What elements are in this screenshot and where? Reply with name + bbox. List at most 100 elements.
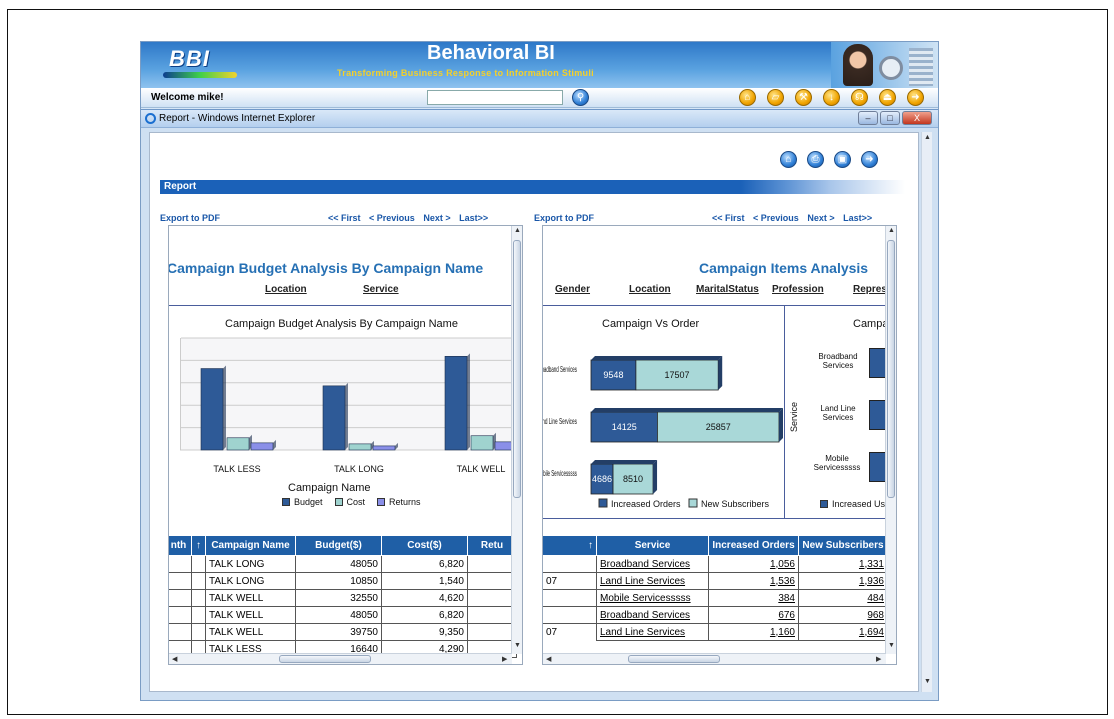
new-subscribers-cell: 968: [798, 606, 888, 624]
close-button[interactable]: X: [902, 111, 932, 125]
scroll-left-icon[interactable]: ◀: [172, 655, 177, 663]
sort-icon[interactable]: ↑: [191, 535, 206, 556]
scroll-thumb[interactable]: [887, 240, 895, 498]
tools-icon[interactable]: ⚒: [795, 89, 812, 106]
table-row: TALK LONG 10850 1,540: [169, 572, 517, 590]
logout-icon[interactable]: ➜: [907, 89, 924, 106]
download-icon[interactable]: ↓: [823, 89, 840, 106]
data-label: 9548: [603, 370, 623, 380]
scroll-up-icon[interactable]: ▲: [514, 227, 521, 234]
right-export-pdf-link[interactable]: Export to PDF: [534, 213, 594, 225]
scroll-right-icon[interactable]: ▶: [502, 655, 507, 663]
gender-link[interactable]: Gender: [555, 284, 590, 295]
scroll-down-icon[interactable]: ▼: [888, 642, 895, 649]
bar-talk-long-cost: [348, 443, 372, 451]
scroll-thumb[interactable]: [279, 655, 371, 663]
service-cell[interactable]: Land Line Services: [596, 572, 709, 590]
budget-cell: 32550: [295, 589, 382, 607]
campaign-name-cell: TALK LONG: [205, 572, 296, 590]
service-link[interactable]: Service: [363, 284, 399, 295]
previous-link[interactable]: < Previous: [753, 213, 799, 223]
first-link[interactable]: << First: [328, 213, 361, 223]
left-data-table: nth ↑ Campaign Name Budget($) Cost($) Re…: [169, 535, 517, 658]
gift-icon[interactable]: ▱: [767, 89, 784, 106]
save-icon[interactable]: ▣: [834, 151, 851, 168]
legend-swatch: [282, 498, 290, 506]
campaign-name-cell: TALK WELL: [205, 623, 296, 641]
second-chart-category: Broadband Services: [818, 352, 858, 370]
left-export-pdf-link[interactable]: Export to PDF: [160, 213, 220, 225]
last-link[interactable]: Last>>: [459, 213, 488, 223]
col-increased-orders[interactable]: Increased Orders: [708, 535, 799, 556]
profession-link[interactable]: Profession: [772, 284, 824, 295]
right-report-panel: Campaign Items Analysis Gender Location …: [542, 225, 897, 665]
sort-icon[interactable]: ↑: [543, 535, 597, 556]
scroll-right-icon[interactable]: ▶: [876, 655, 881, 663]
scroll-thumb[interactable]: [513, 240, 521, 498]
cost-cell: 1,540: [381, 572, 468, 590]
increased-orders-cell: 1,536: [708, 572, 799, 590]
previous-link[interactable]: < Previous: [369, 213, 415, 223]
service-cell[interactable]: Land Line Services: [596, 623, 709, 641]
col-returns[interactable]: Retu: [467, 535, 517, 556]
table-row: TALK WELL 48050 6,820: [169, 606, 517, 624]
scroll-down-icon[interactable]: ▼: [924, 678, 931, 685]
col-campaign-name[interactable]: Campaign Name: [205, 535, 296, 556]
service-cell[interactable]: Broadband Services: [596, 555, 709, 573]
print-icon[interactable]: ⎙: [807, 151, 824, 168]
scroll-up-icon[interactable]: ▲: [924, 134, 931, 141]
col-service[interactable]: Service: [596, 535, 709, 556]
last-link[interactable]: Last>>: [843, 213, 872, 223]
bbi-logo: BBI: [169, 46, 210, 71]
scroll-down-icon[interactable]: ▼: [514, 642, 521, 649]
col-month[interactable]: nth: [169, 535, 192, 556]
scroll-thumb[interactable]: [628, 655, 720, 663]
cost-cell: 9,350: [381, 623, 468, 641]
app-window: BBI Behavioral BI Transforming Business …: [140, 41, 939, 701]
report-header-bar: Report: [160, 180, 905, 194]
left-horizontal-scrollbar[interactable]: ◀ ▶: [169, 653, 512, 664]
maximize-button[interactable]: □: [880, 111, 900, 125]
right-vertical-scrollbar[interactable]: ▲ ▼: [885, 226, 896, 654]
legend-label: Returns: [389, 497, 421, 507]
search-icon[interactable]: ⚲: [572, 89, 589, 106]
left-report-panel: Campaign Budget Analysis By Campaign Nam…: [168, 225, 523, 665]
data-label: 8510: [623, 474, 643, 484]
next-link[interactable]: Next >: [807, 213, 834, 223]
table-row: TALK WELL 39750 9,350: [169, 623, 517, 641]
eject-icon[interactable]: ⏏: [879, 89, 896, 106]
minimize-button[interactable]: –: [858, 111, 878, 125]
next-link[interactable]: Next >: [423, 213, 450, 223]
forward-icon[interactable]: ➜: [861, 151, 878, 168]
search-input[interactable]: [427, 90, 563, 105]
legend-label: Cost: [346, 497, 366, 507]
bar-side: [223, 365, 226, 450]
home-icon[interactable]: ⌂: [780, 151, 797, 168]
table-cell: [191, 606, 206, 624]
service-cell[interactable]: Broadband Services: [596, 606, 709, 624]
right-horizontal-scrollbar[interactable]: ◀ ▶: [543, 653, 886, 664]
home-icon[interactable]: ⌂: [739, 89, 756, 106]
service-cell[interactable]: Mobile Servicesssss: [596, 589, 709, 607]
col-cost[interactable]: Cost($): [381, 535, 468, 556]
table-row: TALK WELL 32550 4,620: [169, 589, 517, 607]
table-row: 07 Land Line Services 1,160 1,694: [543, 623, 888, 641]
col-new-subscribers[interactable]: New Subscribers: [798, 535, 888, 556]
representative-link[interactable]: Repres: [853, 284, 887, 295]
col-budget[interactable]: Budget($): [295, 535, 382, 556]
location-link[interactable]: Location: [265, 284, 307, 295]
page-vertical-scrollbar[interactable]: ▲ ▼: [921, 132, 932, 692]
welcome-text: Welcome mike!: [151, 92, 224, 103]
y-tick-label: Land Line Services: [543, 417, 577, 426]
second-chart-ylabel: Service: [789, 401, 800, 433]
scroll-up-icon[interactable]: ▲: [888, 227, 895, 234]
location-link[interactable]: Location: [629, 284, 671, 295]
y-tick-label: Mobile Servicesssss: [543, 469, 577, 478]
scroll-left-icon[interactable]: ◀: [546, 655, 551, 663]
first-link[interactable]: << First: [712, 213, 745, 223]
headset-icon[interactable]: ☊: [851, 89, 868, 106]
marital-status-link[interactable]: MaritalStatus: [696, 284, 759, 295]
left-vertical-scrollbar[interactable]: ▲ ▼: [511, 226, 522, 654]
legend-swatch: [820, 500, 828, 508]
x-tick-label: TALK LONG: [334, 464, 384, 474]
